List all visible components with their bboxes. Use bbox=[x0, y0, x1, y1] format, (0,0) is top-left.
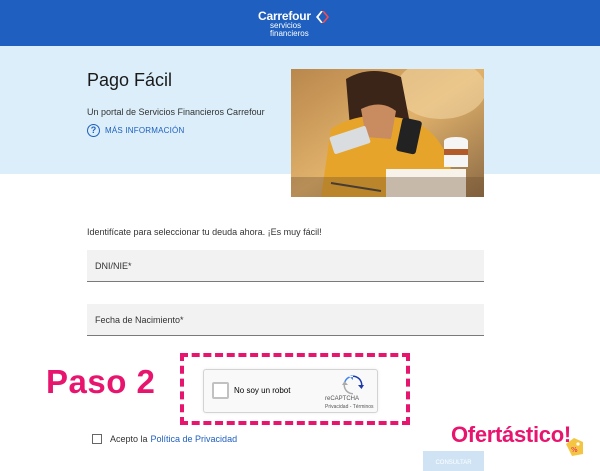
recaptcha-checkbox[interactable] bbox=[212, 382, 229, 399]
privacy-consent: Acepto la Política de Privacidad bbox=[92, 432, 237, 445]
dni-placeholder: DNI/NIE* bbox=[95, 260, 132, 271]
recaptcha-widget: No soy un robot reCAPTCHA Privacidad - T… bbox=[203, 369, 378, 413]
recaptcha-logo-icon bbox=[342, 375, 364, 395]
form-intro: Identifícate para seleccionar tu deuda a… bbox=[87, 227, 322, 237]
carrefour-logo[interactable]: Carrefour servicios financieros bbox=[258, 9, 348, 39]
birthdate-placeholder: Fecha de Nacimiento* bbox=[95, 314, 184, 325]
hero-photo-illustration bbox=[291, 69, 484, 197]
price-tag-text: % bbox=[571, 446, 578, 454]
carrefour-mark-icon bbox=[316, 11, 329, 23]
watermark-text: Ofertástico! bbox=[451, 422, 571, 447]
price-tag-icon: % bbox=[566, 438, 583, 456]
more-info-label: MÁS INFORMACIÓN bbox=[105, 125, 185, 135]
privacy-checkbox[interactable] bbox=[92, 433, 102, 444]
hero-photo bbox=[291, 69, 484, 197]
privacy-prefix: Acepto la bbox=[110, 433, 148, 444]
step-annotation: Paso 2 bbox=[46, 363, 156, 400]
dni-field[interactable]: DNI/NIE* bbox=[87, 250, 484, 282]
page-subtitle: Un portal de Servicios Financieros Carre… bbox=[87, 107, 265, 117]
more-info-link[interactable]: ? MÁS INFORMACIÓN bbox=[87, 122, 184, 138]
page-title: Pago Fácil bbox=[87, 70, 173, 90]
birthdate-field[interactable]: Fecha de Nacimiento* bbox=[87, 304, 484, 336]
logo-subtitle-2: financieros bbox=[270, 29, 309, 38]
top-header: Carrefour servicios financieros bbox=[0, 0, 600, 46]
recaptcha-label: No soy un robot bbox=[234, 386, 291, 395]
privacy-policy-link[interactable]: Política de Privacidad bbox=[151, 434, 238, 444]
question-circle-icon: ? bbox=[87, 123, 100, 137]
recaptcha-links[interactable]: Privacidad - Términos bbox=[325, 404, 374, 410]
ofertastico-watermark: Ofertástico! % bbox=[451, 422, 591, 462]
recaptcha-brand: reCAPTCHA bbox=[325, 396, 360, 402]
